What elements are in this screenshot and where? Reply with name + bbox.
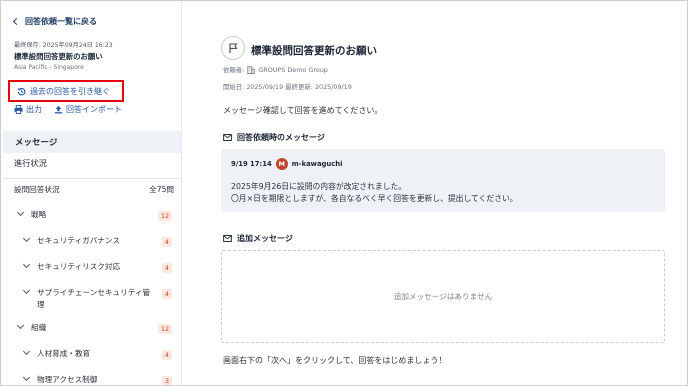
requester-line: 依頼者: GROUPS Demo Group bbox=[223, 65, 328, 75]
intro-text: メッセージ確認して回答を進めてください。 bbox=[223, 106, 383, 115]
request-message-heading: 回答依頼時のメッセージ bbox=[223, 132, 325, 143]
question-total: 全75問 bbox=[149, 185, 174, 194]
message-line: 2025年9月26日に設問の内容が改定されました。 bbox=[231, 182, 407, 191]
count-badge: 4 bbox=[162, 350, 172, 360]
chevron-down-icon bbox=[22, 373, 31, 382]
sidebar: 回答依頼一覧に戻る 最終保存: 2025年09月24日 16:23 標準設問回答… bbox=[2, 2, 182, 385]
toolbar: 出力 回答インポート bbox=[14, 104, 122, 115]
main-content: 標準設問回答更新のお願い 依頼者: GROUPS Demo Group 開始日:… bbox=[183, 2, 687, 385]
message-meta: 9/19 17:14 M m-kawaguchi bbox=[231, 158, 342, 170]
tree-item-label: 物理アクセス制御 bbox=[37, 375, 98, 384]
app-frame: 回答依頼一覧に戻る 最終保存: 2025年09月24日 16:23 標準設問回答… bbox=[0, 0, 688, 386]
survey-title: 標準設問回答更新のお願い bbox=[14, 52, 103, 61]
tree-item-label: セキュリティガバナンス bbox=[37, 236, 120, 245]
building-icon bbox=[247, 65, 255, 74]
chevron-down-icon bbox=[16, 321, 25, 330]
import-label: 回答インポート bbox=[66, 105, 122, 114]
back-to-list-link[interactable]: 回答依頼一覧に戻る bbox=[12, 16, 97, 27]
tree-item-label: 戦略 bbox=[31, 210, 47, 219]
tree-item-supply-chain[interactable]: サプライチェーンセキュリティ管理 bbox=[22, 286, 154, 311]
last-saved-text: 最終保存: 2025年09月24日 16:23 bbox=[14, 42, 113, 49]
answer-import-button[interactable]: 回答インポート bbox=[54, 104, 122, 115]
export-button[interactable]: 出力 bbox=[14, 104, 42, 115]
flag-badge bbox=[221, 36, 245, 60]
count-badge: 4 bbox=[162, 263, 172, 273]
back-link-label: 回答依頼一覧に戻る bbox=[25, 17, 97, 26]
chevron-down-icon bbox=[22, 347, 31, 356]
tree-item-security-governance[interactable]: セキュリティガバナンス bbox=[22, 234, 120, 247]
count-badge: 3 bbox=[162, 376, 172, 385]
count-badge: 4 bbox=[162, 289, 172, 299]
tree-item-label: 組織 bbox=[31, 323, 47, 332]
region-text: Asia Pacific - Singapore bbox=[14, 64, 84, 71]
chevron-down-icon bbox=[22, 260, 31, 269]
dates-text: 開始日: 2025/09/19 最終更新: 2025/09/19 bbox=[223, 83, 352, 91]
page-title: 標準設問回答更新のお願い bbox=[251, 45, 377, 57]
tree-item-label: 人材育成・教育 bbox=[37, 349, 91, 358]
count-badge: 12 bbox=[158, 324, 172, 334]
count-badge: 4 bbox=[162, 237, 172, 247]
inherit-label: 過去の回答を引き継ぐ bbox=[30, 86, 110, 96]
requester-name: GROUPS Demo Group bbox=[258, 65, 328, 74]
nav-item-progress[interactable]: 進行状況 bbox=[14, 157, 47, 169]
flag-icon bbox=[229, 43, 238, 53]
question-status-header: 設問回答状況 全75問 bbox=[14, 184, 174, 195]
chevron-down-icon bbox=[22, 234, 31, 243]
empty-state-text: 追加メッセージはありません bbox=[393, 292, 493, 301]
next-hint-text: 画面右下の「次へ」をクリックして、回答をはじめましょう！ bbox=[223, 356, 447, 365]
avatar: M bbox=[275, 158, 288, 170]
chevron-down-icon bbox=[16, 208, 25, 217]
message-author: m-kawaguchi bbox=[291, 160, 343, 168]
tree-item-label: セキュリティリスク対応 bbox=[37, 262, 121, 271]
requester-label: 依頼者: bbox=[223, 66, 245, 74]
history-icon bbox=[17, 87, 26, 95]
tree-item-strategy[interactable]: 戦略 bbox=[16, 208, 47, 221]
chevron-left-icon bbox=[12, 17, 21, 26]
tree-item-physical-access[interactable]: 物理アクセス制御 bbox=[22, 373, 98, 385]
export-label: 出力 bbox=[26, 105, 42, 114]
upload-icon bbox=[54, 105, 63, 114]
tree-item-training[interactable]: 人材育成・教育 bbox=[22, 347, 91, 360]
tree-item-label: サプライチェーンセキュリティ管理 bbox=[37, 288, 151, 309]
sidebar-divider bbox=[3, 178, 181, 179]
count-badge: 12 bbox=[158, 211, 172, 221]
tree-item-organization[interactable]: 組織 bbox=[16, 321, 47, 334]
additional-message-heading: 追加メッセージ bbox=[223, 233, 293, 244]
question-status-label: 設問回答状況 bbox=[14, 185, 60, 194]
request-message-box: 9/19 17:14 M m-kawaguchi 2025年9月26日に設問の内… bbox=[221, 149, 665, 212]
mail-icon bbox=[223, 235, 232, 242]
chevron-down-icon bbox=[22, 286, 31, 295]
inherit-past-answers-button[interactable]: 過去の回答を引き継ぐ bbox=[8, 80, 124, 102]
mail-icon bbox=[223, 134, 232, 141]
request-message-heading-label: 回答依頼時のメッセージ bbox=[237, 133, 325, 142]
additional-message-box: 追加メッセージはありません bbox=[221, 250, 665, 343]
message-time: 9/19 17:14 bbox=[231, 160, 272, 168]
tree-item-security-risk[interactable]: セキュリティリスク対応 bbox=[22, 260, 121, 273]
message-line: 〇月×日を期限としますが、各自なるべく早く回答を更新し、提出してください。 bbox=[231, 194, 518, 203]
additional-message-heading-label: 追加メッセージ bbox=[237, 234, 293, 243]
print-icon bbox=[14, 105, 23, 114]
nav-item-message[interactable]: メッセージ bbox=[3, 131, 181, 153]
